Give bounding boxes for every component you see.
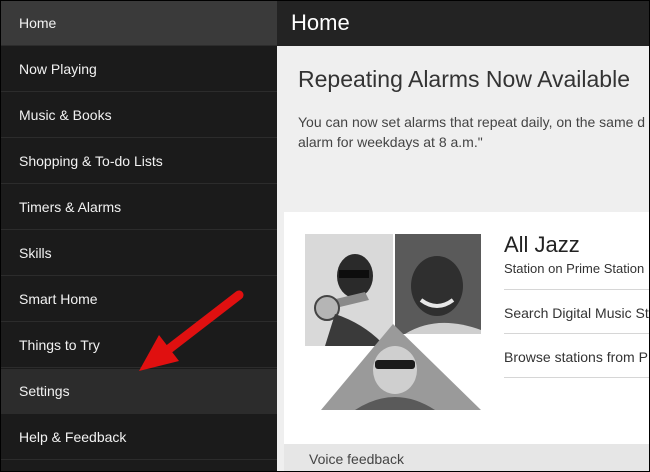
sidebar-item-things-to-try[interactable]: Things to Try	[1, 323, 277, 368]
sidebar-nav: Home Now Playing Music & Books Shopping …	[1, 1, 277, 471]
browse-stations-link[interactable]: Browse stations from P	[504, 349, 648, 365]
page-header: Home	[277, 1, 649, 46]
sidebar-item-help-feedback[interactable]: Help & Feedback	[1, 415, 277, 460]
voice-feedback-label: Voice feedback	[309, 451, 404, 467]
announcement-title: Repeating Alarms Now Available	[298, 66, 630, 92]
sidebar-item-shopping-lists[interactable]: Shopping & To-do Lists	[1, 139, 277, 184]
announcement-line-2: alarm for weekdays at 8 a.m."	[298, 134, 483, 150]
divider	[504, 289, 649, 290]
station-name[interactable]: All Jazz	[504, 232, 580, 258]
sidebar-item-smart-home[interactable]: Smart Home	[1, 277, 277, 322]
station-card[interactable]: All Jazz Station on Prime Station Search…	[284, 212, 649, 444]
announcement-body: You can now set alarms that repeat daily…	[298, 112, 649, 152]
sidebar-item-music-books[interactable]: Music & Books	[1, 93, 277, 138]
announcement-line-1: You can now set alarms that repeat daily…	[298, 114, 646, 130]
main-content: Repeating Alarms Now Available You can n…	[277, 46, 649, 471]
sidebar-item-home[interactable]: Home	[1, 1, 277, 46]
app-window: Home Now Playing Music & Books Shopping …	[0, 0, 650, 472]
voice-feedback-bar[interactable]: Voice feedback	[284, 444, 649, 471]
station-subtitle: Station on Prime Station	[504, 261, 645, 276]
divider	[504, 377, 649, 378]
sidebar-item-now-playing[interactable]: Now Playing	[1, 47, 277, 92]
divider	[504, 333, 649, 334]
album-art-image[interactable]	[305, 234, 481, 410]
page-title: Home	[291, 10, 350, 35]
sidebar-item-skills[interactable]: Skills	[1, 231, 277, 276]
sidebar-item-timers-alarms[interactable]: Timers & Alarms	[1, 185, 277, 230]
sidebar-item-settings[interactable]: Settings	[1, 369, 277, 414]
search-digital-music-link[interactable]: Search Digital Music St	[504, 305, 649, 321]
